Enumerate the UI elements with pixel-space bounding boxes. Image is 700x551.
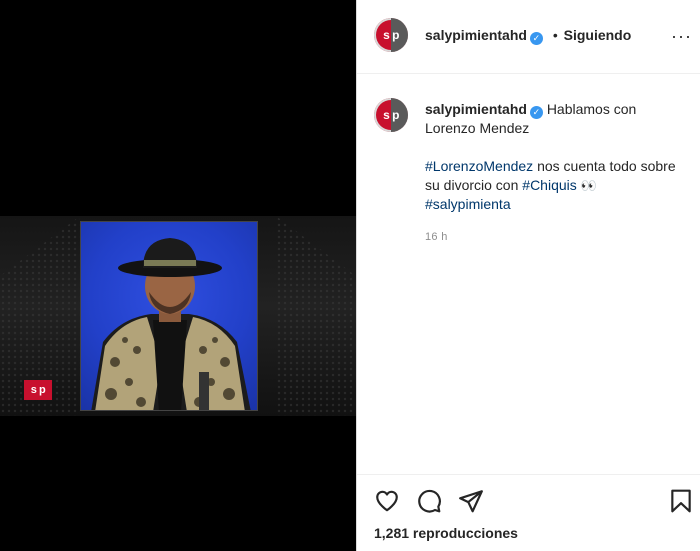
caption: s p salypimientahd ✓ Hablamos con Lorenzo… [374, 98, 684, 243]
username-link[interactable]: salypimientahd [425, 27, 527, 43]
comment-icon[interactable] [416, 488, 442, 514]
caption-username-link[interactable]: salypimientahd [425, 101, 527, 117]
avatar[interactable]: s p [374, 18, 408, 52]
caption-text: salypimientahd ✓ Hablamos con Lorenzo Men… [425, 98, 684, 214]
header-line: salypimientahd ✓ • Siguiendo [425, 27, 631, 45]
verified-badge-icon: ✓ [529, 32, 543, 45]
watermark-text: s p [30, 384, 46, 396]
person-image [91, 238, 251, 410]
separator-dot: • [552, 27, 558, 43]
caption-avatar[interactable]: s p [374, 98, 408, 132]
caption-verified-badge-icon: ✓ [529, 106, 543, 119]
hashtag-lorenzomendez[interactable]: #LorenzoMendez [425, 158, 533, 174]
bookmark-icon[interactable] [668, 488, 694, 514]
stage-pattern-right [276, 216, 356, 416]
hashtag-salypimienta[interactable]: #salypimienta [425, 196, 511, 212]
avatar-text: s p [383, 28, 399, 42]
actions-bar: 1,281 reproducciones [357, 474, 700, 551]
eyes-emoji-icon: 👀 [580, 178, 597, 193]
post-timestamp[interactable]: 16 h [425, 231, 684, 243]
following-button[interactable]: Siguiendo [564, 27, 632, 43]
watermark-logo: s p [24, 380, 52, 400]
post-header: s p salypimientahd ✓ • Siguiendo ··· [357, 0, 700, 74]
caption-avatar-text: s p [383, 108, 399, 122]
hashtag-chiquis[interactable]: #Chiquis [522, 177, 576, 193]
video-frame [80, 221, 258, 411]
video-player[interactable]: s p [0, 0, 356, 551]
share-icon[interactable] [458, 488, 484, 514]
post-sidebar: s p salypimientahd ✓ • Siguiendo ··· s p … [356, 0, 700, 551]
more-options-icon[interactable]: ··· [671, 26, 692, 47]
views-count[interactable]: 1,281 reproducciones [374, 525, 518, 541]
heart-icon[interactable] [374, 488, 400, 514]
